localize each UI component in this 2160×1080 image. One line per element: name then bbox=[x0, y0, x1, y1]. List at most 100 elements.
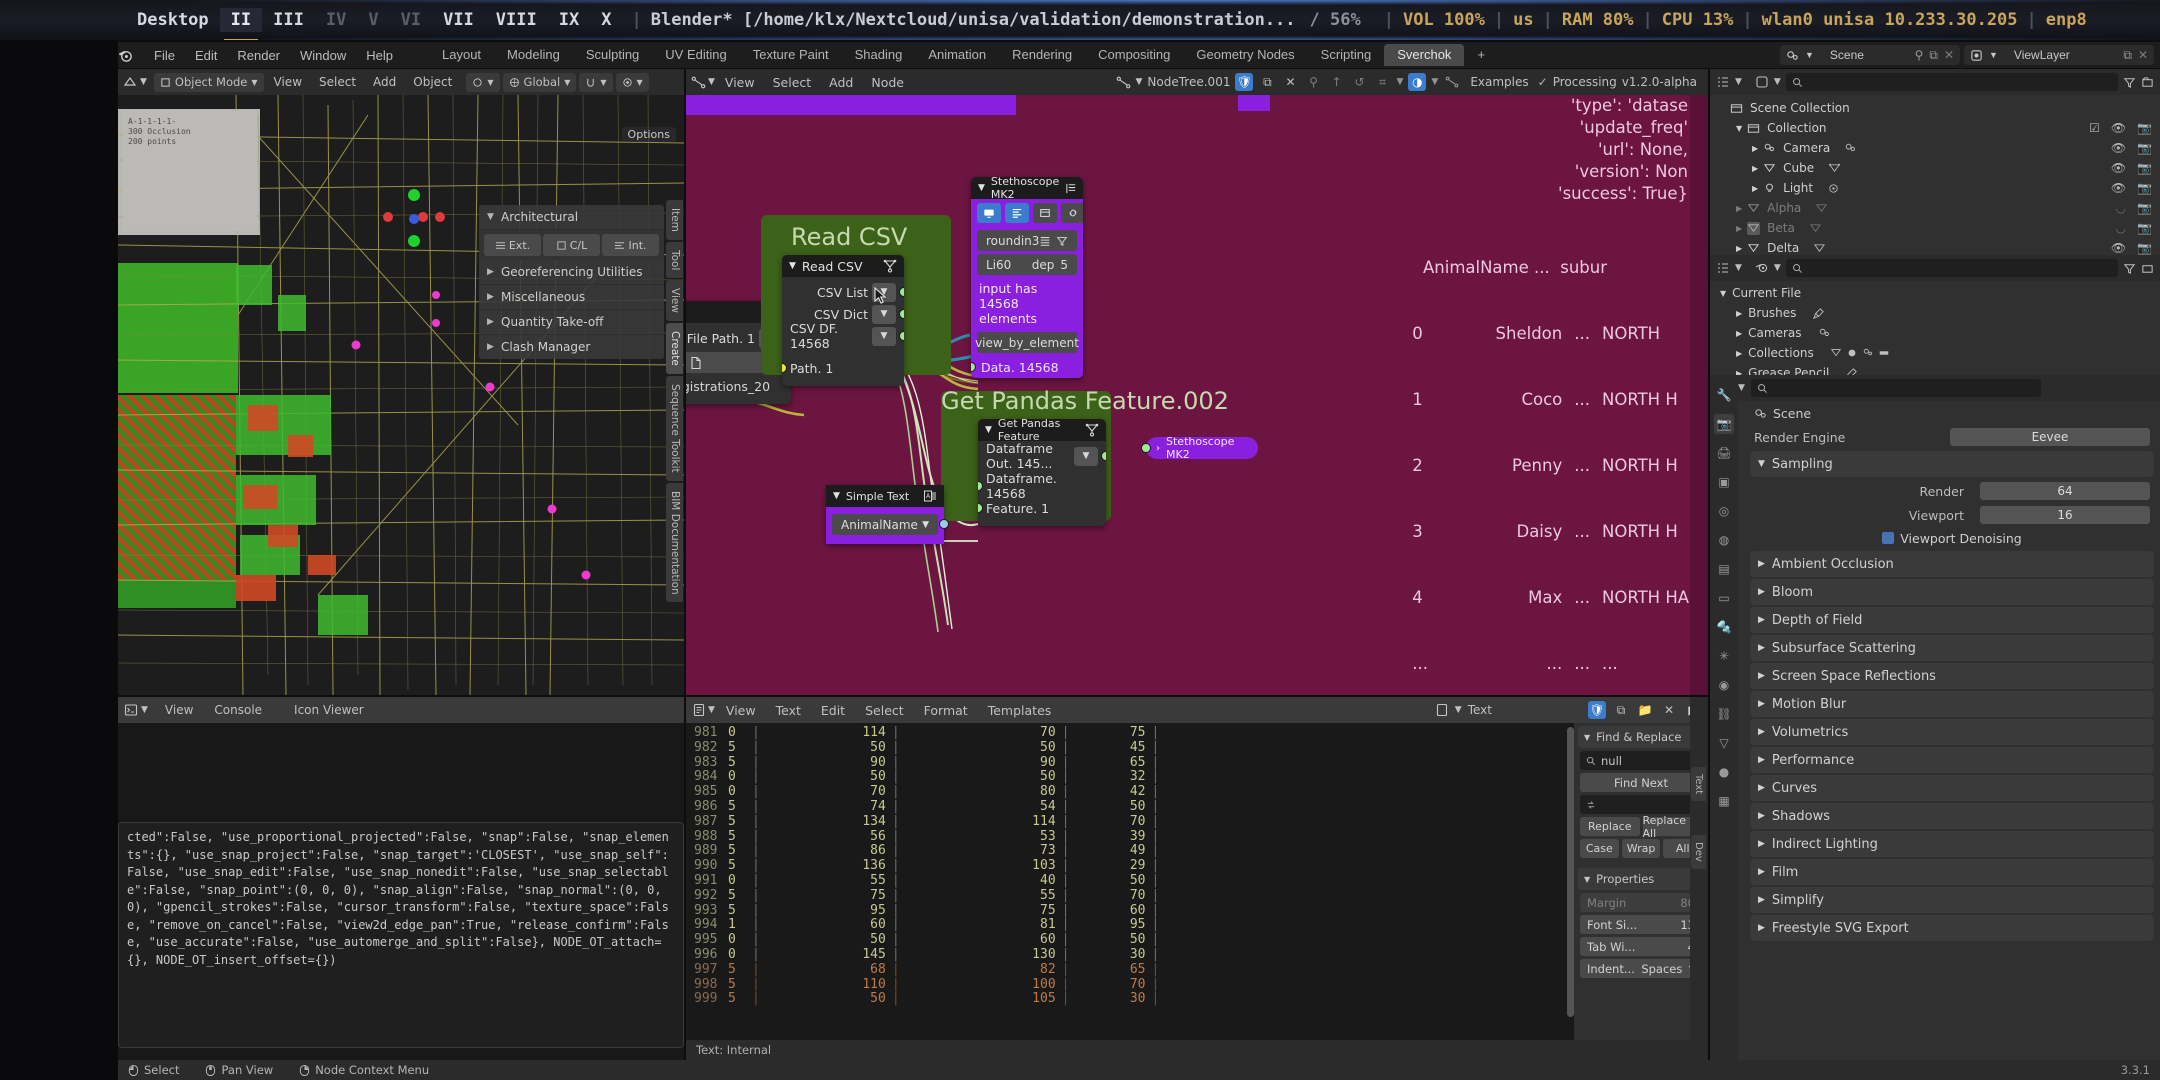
camera-render-icon-delta[interactable]: 📷 bbox=[2137, 241, 2152, 255]
vtab-sequence-toolkit[interactable]: Sequence Toolkit bbox=[666, 376, 683, 481]
workspace-tag-8[interactable]: VIII bbox=[485, 8, 548, 32]
shield-icon[interactable]: 🛡 bbox=[1235, 73, 1254, 91]
eye-icon-light[interactable]: 👁 bbox=[2111, 181, 2126, 195]
chevron-right-icon-stc[interactable]: › bbox=[1156, 443, 1160, 454]
close-icon-2[interactable]: ✕ bbox=[2138, 48, 2148, 62]
outliner-row-camera[interactable]: ▶ Camera 👁 📷 bbox=[1710, 138, 2160, 158]
workspace-tag-7[interactable]: VII bbox=[432, 8, 485, 32]
link-icon[interactable] bbox=[1061, 203, 1083, 223]
font-size-row[interactable]: Font Si... 13 bbox=[1580, 915, 1702, 934]
tab-texture-paint[interactable]: Texture Paint bbox=[740, 44, 842, 66]
eye-closed-icon-beta[interactable]: ◡ bbox=[2116, 221, 2126, 235]
mesh-data-icon[interactable] bbox=[1828, 162, 1841, 175]
outliner-search-input[interactable] bbox=[1785, 73, 2118, 91]
chevron-right-icon-ao[interactable]: ▶ bbox=[1758, 559, 1765, 569]
panel-section-georeferencing[interactable]: ▶ Georeferencing Utilities bbox=[479, 260, 664, 285]
viewport-menu-view[interactable]: View bbox=[267, 75, 309, 89]
socket-stethoscope-collapsed-in[interactable] bbox=[1141, 443, 1151, 453]
viewport-denoising-row[interactable]: Viewport Denoising bbox=[1744, 527, 2160, 549]
chevron-right-icon-br[interactable]: ▶ bbox=[1736, 309, 1742, 318]
tab-rendering[interactable]: Rendering bbox=[999, 44, 1085, 66]
tab-sverchok[interactable]: Sverchok bbox=[1384, 44, 1465, 66]
checkbox-icon[interactable]: ☑ bbox=[2089, 121, 2100, 135]
text-menu-view[interactable]: View bbox=[717, 703, 765, 718]
panel-section-clash[interactable]: ▶ Clash Manager bbox=[479, 335, 664, 359]
viewport-menu-select[interactable]: Select bbox=[312, 75, 363, 89]
camera-render-icon-light[interactable]: 📷 bbox=[2137, 181, 2152, 195]
outliner-row-light[interactable]: ▶ Light 👁 📷 bbox=[1710, 178, 2160, 198]
workspace-tag-2[interactable]: II bbox=[219, 8, 263, 40]
copy-icon-ne[interactable]: ⧉ bbox=[1258, 73, 1276, 91]
properties-section-shadows[interactable]: ▶ Shadows bbox=[1750, 803, 2154, 829]
tool-icon[interactable]: 🔧 bbox=[1714, 385, 1734, 405]
menu-help[interactable]: Help bbox=[356, 48, 403, 63]
material-icon-tab[interactable]: ● bbox=[1714, 762, 1734, 782]
text-menu-templates[interactable]: Templates bbox=[979, 703, 1061, 718]
chevron-right-icon-perf[interactable]: ▶ bbox=[1758, 755, 1765, 765]
chevron-right-icon-alpha[interactable]: ▶ bbox=[1736, 204, 1742, 213]
viewport-menu-add[interactable]: Add bbox=[366, 75, 403, 89]
add-workspace-button[interactable]: + bbox=[1464, 44, 1498, 66]
stethoscope-view-button[interactable]: view_by_element bbox=[975, 332, 1079, 353]
tab-width-row[interactable]: Tab Wi... 4 bbox=[1580, 937, 1702, 956]
node-tree-name[interactable]: NodeTree.001 bbox=[1147, 75, 1230, 89]
viewport-canvas[interactable]: A-1-1-1-1- 300 Occlusion 200 points Option… bbox=[118, 95, 684, 695]
scene-selector[interactable]: ▼ Scene ⚲ ⧉ ✕ bbox=[1780, 45, 1960, 65]
chevron-right-icon-bloom[interactable]: ▶ bbox=[1758, 587, 1765, 597]
chevron-right-icon-curves[interactable]: ▶ bbox=[1758, 783, 1765, 793]
properties-section-sss[interactable]: ▶ Subsurface Scattering bbox=[1750, 635, 2154, 661]
mesh-data-icon-alpha[interactable] bbox=[1815, 202, 1828, 215]
node-stethoscope-header[interactable]: ▼ Stethoscope MK2 bbox=[971, 177, 1083, 201]
wrap-toggle[interactable]: Wrap bbox=[1621, 839, 1661, 858]
tab-shading[interactable]: Shading bbox=[842, 44, 916, 66]
outliner-row-alpha[interactable]: ▶ Alpha ◡ 📷 bbox=[1710, 198, 2160, 218]
blend-row-current-file[interactable]: ▼ Current File bbox=[1710, 283, 2160, 303]
workspace-tag-5[interactable]: V bbox=[357, 8, 389, 32]
close-icon-ne[interactable]: ✕ bbox=[1281, 73, 1299, 91]
node-read-csv-in-path[interactable]: Path. 1 bbox=[782, 357, 904, 379]
node-simple-text-value-field[interactable]: AnimalName ▼ bbox=[832, 514, 938, 535]
chevron-right-icon-ssr[interactable]: ▶ bbox=[1758, 671, 1765, 681]
eye-icon-cam[interactable]: 👁 bbox=[2111, 141, 2126, 155]
tab-compositing[interactable]: Compositing bbox=[1085, 44, 1183, 66]
text-menu-select[interactable]: Select bbox=[856, 703, 913, 718]
camera-render-icon-alpha[interactable]: 📷 bbox=[2137, 201, 2152, 215]
filter-icon-bf[interactable] bbox=[2123, 262, 2136, 275]
outliner-row-scene-collection[interactable]: Scene Collection bbox=[1710, 98, 2160, 118]
panel-section-architectural[interactable]: ▼ Architectural bbox=[479, 205, 664, 230]
arch-button-ext[interactable]: Ext. bbox=[484, 234, 541, 256]
workspace-tag-10[interactable]: X bbox=[590, 8, 622, 32]
find-next-button[interactable]: Find Next bbox=[1580, 773, 1702, 792]
properties-section-bloom[interactable]: ▶ Bloom bbox=[1750, 579, 2154, 605]
light-data-icon[interactable] bbox=[1827, 182, 1840, 195]
up-icon[interactable]: ↑ bbox=[1327, 73, 1345, 91]
properties-section-ssr[interactable]: ▶ Screen Space Reflections bbox=[1750, 663, 2154, 689]
replace-button[interactable]: Replace bbox=[1580, 817, 1640, 836]
mode-selector[interactable]: Object Mode ▼ bbox=[153, 72, 264, 92]
vtab-tool[interactable]: Tool bbox=[666, 241, 683, 279]
vtab-item[interactable]: Item bbox=[666, 200, 683, 240]
node-menu-node[interactable]: Node bbox=[863, 75, 912, 90]
chevron-right-icon-beta[interactable]: ▶ bbox=[1736, 224, 1742, 233]
blend-row-grease-pencil[interactable]: ▶ Grease Pencil bbox=[1710, 363, 2160, 375]
node-simple-text[interactable]: ▼ Simple Text A AnimalName ▼ bbox=[826, 485, 949, 544]
chevron-right-icon-simp[interactable]: ▶ bbox=[1758, 895, 1765, 905]
tab-geometry-nodes[interactable]: Geometry Nodes bbox=[1183, 44, 1307, 66]
margin-row[interactable]: Margin 80 bbox=[1580, 893, 1702, 912]
text-menu-edit[interactable]: Edit bbox=[812, 703, 854, 718]
properties-panel-header[interactable]: ▼ Properties bbox=[1578, 868, 1704, 890]
menu-edit[interactable]: Edit bbox=[185, 48, 227, 63]
camera-render-icon-beta[interactable]: 📷 bbox=[2137, 221, 2152, 235]
camera-data-icon[interactable] bbox=[1844, 142, 1857, 155]
filter-icon[interactable] bbox=[1056, 235, 1068, 247]
mesh-data-icon-beta[interactable] bbox=[1809, 222, 1822, 235]
stethoscope-li-dep-field[interactable]: Li 60 dep 5 bbox=[977, 254, 1077, 275]
chevron-right-icon-mb[interactable]: ▶ bbox=[1758, 699, 1765, 709]
outliner-row-cube[interactable]: ▶ Cube 👁 📷 bbox=[1710, 158, 2160, 178]
chevron-right-icon-dof[interactable]: ▶ bbox=[1758, 615, 1765, 625]
properties-section-indirect[interactable]: ▶ Indirect Lighting bbox=[1750, 831, 2154, 857]
properties-section-ao[interactable]: ▶ Ambient Occlusion bbox=[1750, 551, 2154, 577]
chevron-down-icon-cf[interactable]: ▼ bbox=[1720, 289, 1726, 298]
viewport-3d[interactable]: A-1-1-1-1- 300 Occlusion 200 points Option… bbox=[118, 69, 684, 695]
arch-button-cl[interactable]: C/L bbox=[543, 234, 600, 256]
